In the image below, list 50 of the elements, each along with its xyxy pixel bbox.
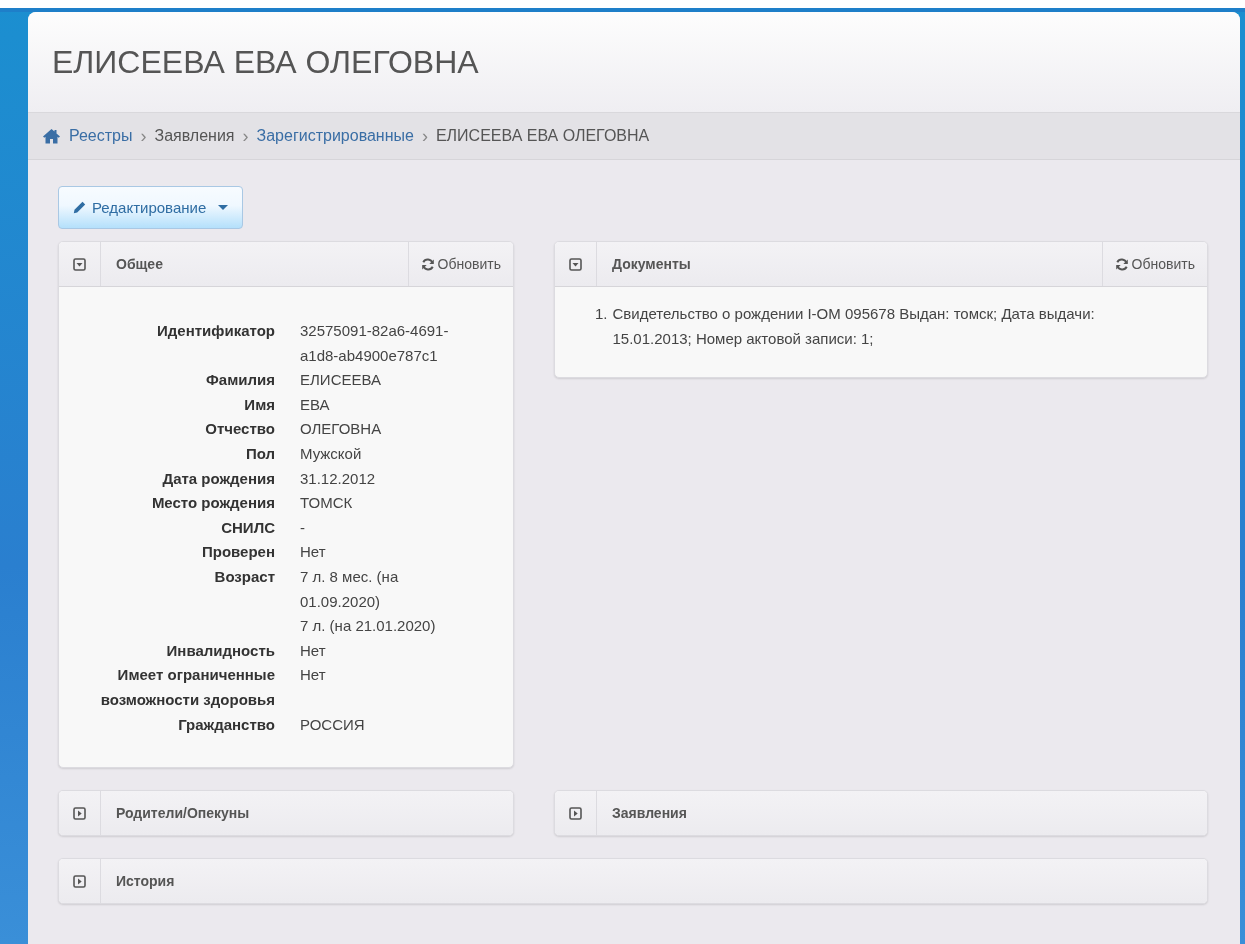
field-value: ОЛЕГОВНА [300, 419, 383, 440]
field-value: Мужской [300, 443, 363, 464]
document-entry: Свидетельство о рождении I-ОМ 095678 Выдан: томск; Дата выдачи: 15.01.2013; Номер актовой записи: 1; [612, 304, 1096, 349]
field-label: Дата рождения [161, 468, 275, 489]
list-number: 1. [595, 304, 608, 324]
field-value: ЕВА [300, 394, 331, 415]
edit-button[interactable]: Редактирование [58, 186, 244, 229]
panel-title: История [116, 873, 175, 890]
field-label: Фамилия [205, 370, 275, 391]
refresh-icon [1114, 257, 1129, 271]
field-label: Имеет ограниченные возможности здоровья [99, 665, 275, 710]
field-label: Гражданство [177, 714, 275, 735]
panel-title: Документы [612, 256, 691, 272]
field-value: Нет [300, 542, 327, 563]
breadcrumb-link[interactable]: Реестры [69, 127, 133, 145]
panel-title: Заявления [612, 805, 687, 822]
field-label: Место рождения [150, 493, 275, 514]
pencil-icon [73, 201, 86, 214]
breadcrumb-separator: › [242, 125, 249, 147]
refresh-button[interactable]: Обновить [407, 242, 513, 286]
field-value: Нет [300, 640, 327, 661]
breadcrumb-separator: › [421, 125, 428, 147]
field-label: Отчество [204, 419, 275, 440]
field-value: 32575091-82a6-4691-a1d8-ab4900e787c1 [300, 321, 450, 366]
field-value: 31.12.2012 [300, 468, 377, 489]
breadcrumb-separator: › [140, 125, 147, 147]
field-label: Проверен [200, 542, 275, 563]
refresh-button[interactable]: Обновить [1101, 242, 1207, 286]
caret-down-icon [218, 204, 229, 211]
field-value: ЕЛИСЕЕВА [300, 370, 382, 391]
field-label: Возраст [213, 566, 275, 587]
panel-title: Родители/Опекуны [116, 805, 250, 822]
field-value: 7 л. 8 мес. (на 01.09.2020) [300, 566, 400, 612]
field-value: - [300, 517, 306, 538]
field-label: Пол [244, 443, 275, 464]
breadcrumb-link[interactable]: Зарегистрированные [256, 127, 414, 145]
refresh-icon [420, 257, 435, 271]
field-label: СНИЛС [220, 517, 275, 538]
field-label: Имя [243, 394, 275, 415]
field-value: ТОМСК [300, 493, 354, 514]
field-value: РОССИЯ [300, 714, 366, 735]
field-value: Нет [300, 665, 327, 686]
breadcrumb-item: Заявления [154, 127, 235, 145]
page-title: ЕЛИСЕЕВА ЕВА ОЛЕГОВНА [52, 43, 479, 81]
panel-title: Общее [116, 256, 163, 272]
home-icon[interactable] [42, 128, 61, 144]
breadcrumb-item: ЕЛИСЕЕВА ЕВА ОЛЕГОВНА [435, 127, 650, 145]
field-value: 7 л. (на 21.01.2020) [300, 616, 437, 637]
field-label: Идентификатор [156, 321, 275, 341]
field-label: Инвалидность [165, 640, 275, 661]
